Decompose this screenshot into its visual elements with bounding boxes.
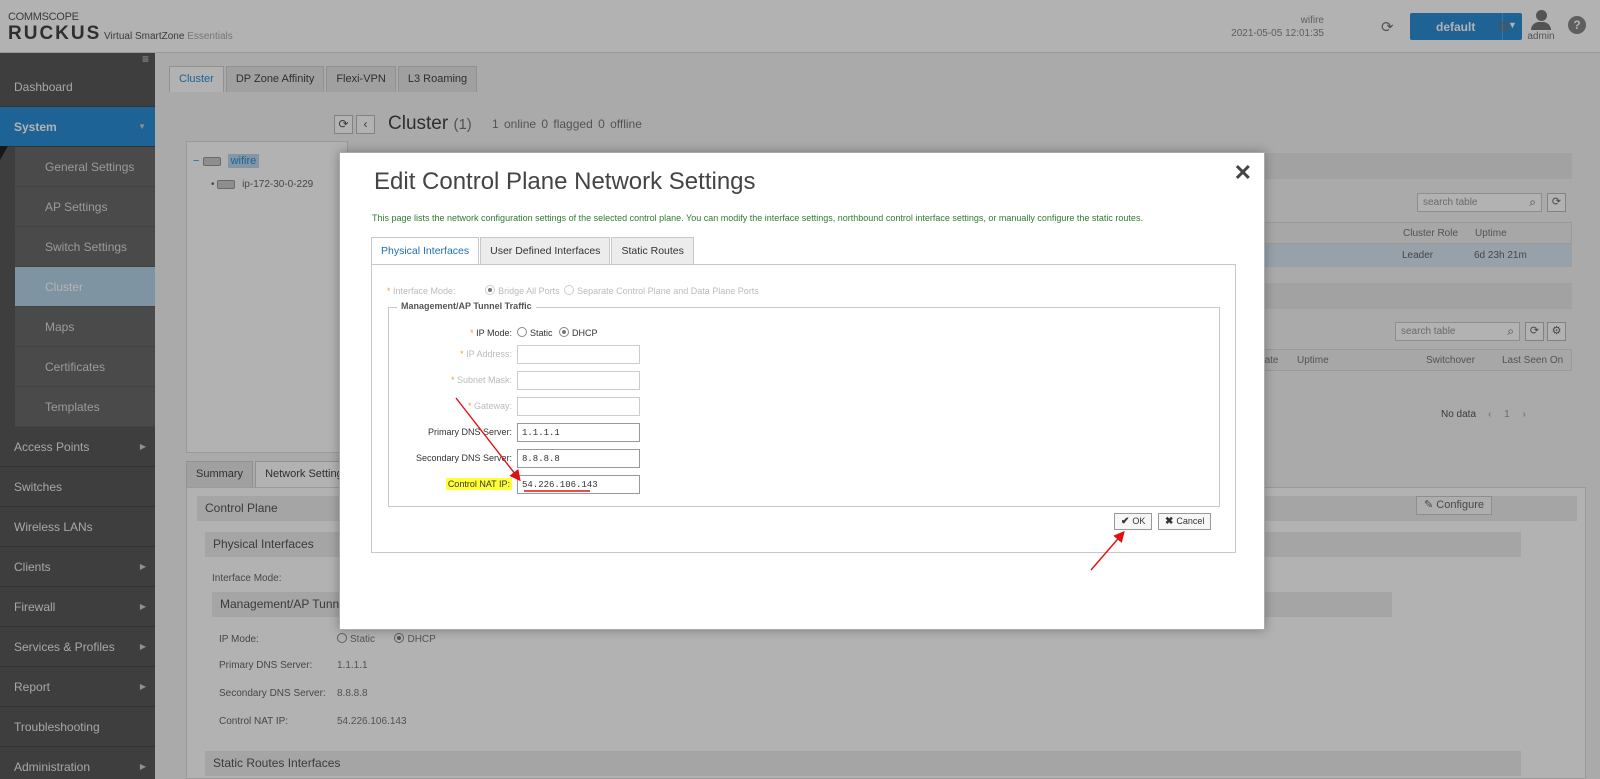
annotation-arrow bbox=[455, 397, 521, 482]
annotation-overlay bbox=[455, 397, 1125, 571]
annotation-arrow bbox=[1090, 530, 1125, 571]
